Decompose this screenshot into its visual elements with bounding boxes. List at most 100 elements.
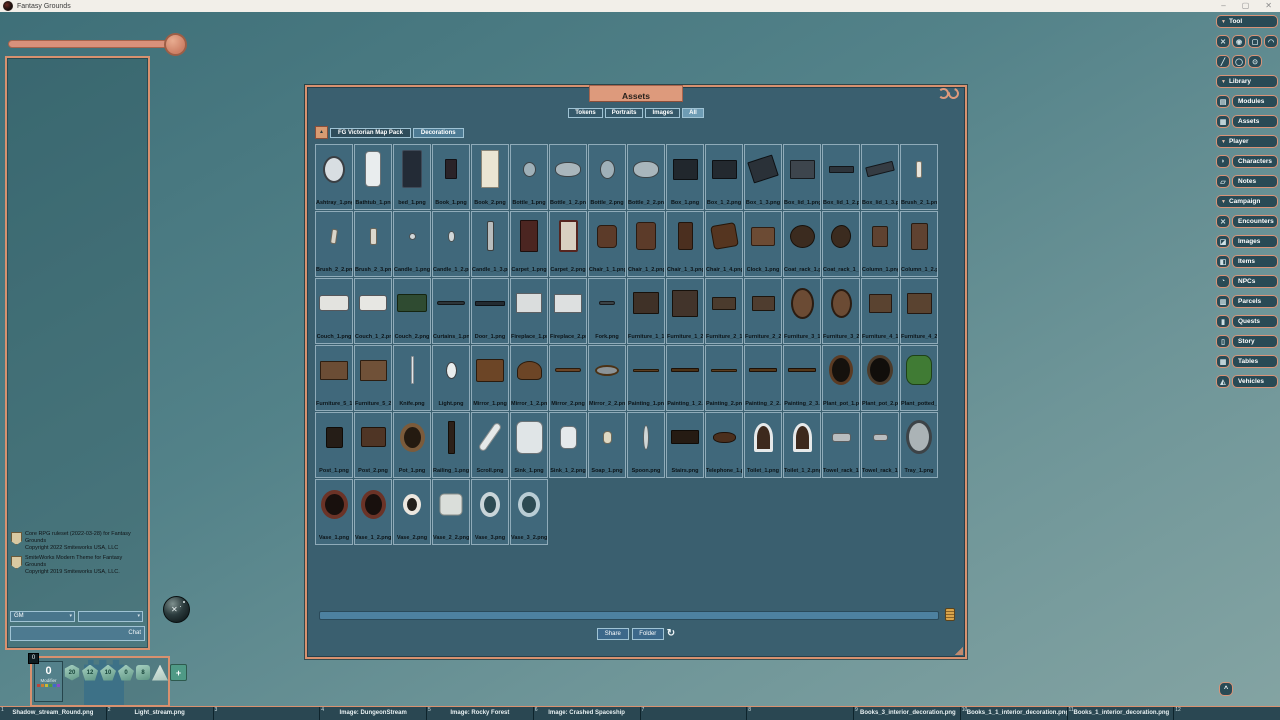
- taskbar-slot[interactable]: 9Books_3_interior_decoration.png: [853, 707, 960, 720]
- vehicles-icon[interactable]: ◭: [1216, 375, 1230, 388]
- taskbar-slot[interactable]: 3: [213, 707, 320, 720]
- asset-tile[interactable]: Furniture_1_2.: [666, 278, 704, 344]
- chat-mode-select[interactable]: [78, 611, 143, 622]
- asset-tile[interactable]: Spoon.png: [627, 412, 665, 478]
- pointer-orb-icon[interactable]: ✕: [163, 596, 190, 623]
- taskbar-slot[interactable]: 6Image: Crashed Spaceship: [533, 707, 640, 720]
- asset-tile[interactable]: Knife.png: [393, 345, 431, 411]
- tab-all[interactable]: All: [682, 108, 704, 118]
- assets-window-title[interactable]: Assets: [589, 85, 683, 102]
- asset-tile[interactable]: Towel_rack_1_: [861, 412, 899, 478]
- asset-tile[interactable]: Painting_1_2.: [666, 345, 704, 411]
- asset-tile[interactable]: Brush_2_3.png: [354, 211, 392, 277]
- taskbar-slot[interactable]: 10Books_1_1_interior_decoration.png: [960, 707, 1067, 720]
- die-color-dot[interactable]: [49, 684, 52, 687]
- asset-tile[interactable]: Bottle_2.png: [588, 144, 626, 210]
- asset-tile[interactable]: Candle_1.png: [393, 211, 431, 277]
- asset-tile[interactable]: Brush_2_1.png: [900, 144, 938, 210]
- asset-tile[interactable]: Toilet_1.png: [744, 412, 782, 478]
- d12-die[interactable]: 12: [82, 665, 98, 681]
- sidebar-item-images[interactable]: Images: [1232, 235, 1278, 248]
- asset-tile[interactable]: Vase_2_2.png: [432, 479, 470, 545]
- top-slider-track[interactable]: [8, 40, 170, 48]
- asset-tile[interactable]: Clock_1.png: [744, 211, 782, 277]
- sidebar-item-characters[interactable]: Characters: [1232, 155, 1278, 168]
- asset-tile[interactable]: Bathtub_1.pn: [354, 144, 392, 210]
- d4-die[interactable]: [152, 665, 168, 681]
- asset-tile[interactable]: Painting_2_2.: [744, 345, 782, 411]
- asset-tile[interactable]: Carpet_2.png: [549, 211, 587, 277]
- asset-tile[interactable]: Vase_2.png: [393, 479, 431, 545]
- die-color-dot[interactable]: [37, 684, 40, 687]
- sidebar-item-quests[interactable]: Quests: [1232, 315, 1278, 328]
- asset-tile[interactable]: Book_1.png: [432, 144, 470, 210]
- pointer-circle-icon[interactable]: ◯: [1232, 55, 1246, 68]
- asset-tile[interactable]: Bottle_2_2.pn: [627, 144, 665, 210]
- sidebar-expand-button[interactable]: ^: [1219, 682, 1233, 696]
- asset-tile[interactable]: Candle_1_2.pn: [432, 211, 470, 277]
- sidebar-header-library[interactable]: ▼Library: [1216, 75, 1278, 88]
- asset-tile[interactable]: Bottle_1.png: [510, 144, 548, 210]
- sidebar-item-assets[interactable]: Assets: [1232, 115, 1278, 128]
- minimize-button[interactable]: –: [1221, 0, 1225, 12]
- asset-tile[interactable]: Stairs.png: [666, 412, 704, 478]
- asset-tile[interactable]: Tray_1.png: [900, 412, 938, 478]
- asset-tile[interactable]: Furniture_3_1.: [783, 278, 821, 344]
- horizontal-scrollbar[interactable]: [319, 611, 939, 620]
- die-color-dot[interactable]: [45, 684, 48, 687]
- breadcrumb-group-button[interactable]: Decorations: [413, 128, 464, 138]
- collapse-group-button[interactable]: ▲: [315, 126, 328, 139]
- asset-tile[interactable]: Chair_1_4.png: [705, 211, 743, 277]
- story-icon[interactable]: ▯: [1216, 335, 1230, 348]
- asset-tile[interactable]: Chair_1_1.png: [588, 211, 626, 277]
- taskbar-slot[interactable]: 2Light_stream.png: [106, 707, 213, 720]
- top-slider-knob[interactable]: [164, 33, 187, 56]
- sidebar-header-campaign[interactable]: ▼Campaign: [1216, 195, 1278, 208]
- pointer-line-icon[interactable]: ╱: [1216, 55, 1230, 68]
- asset-tile[interactable]: Sink_1_2.png: [549, 412, 587, 478]
- asset-tile[interactable]: Scroll.png: [471, 412, 509, 478]
- quests-icon[interactable]: ▮: [1216, 315, 1230, 328]
- asset-tile[interactable]: Mirror_1_2.pn: [510, 345, 548, 411]
- notes-icon[interactable]: ▱: [1216, 175, 1230, 188]
- sidebar-item-notes[interactable]: Notes: [1232, 175, 1278, 188]
- sidebar-item-encounters[interactable]: Encounters: [1232, 215, 1278, 228]
- asset-tile[interactable]: Plant_pot_2.p: [861, 345, 899, 411]
- taskbar-slot[interactable]: 11Books_1_interior_decoration.png: [1067, 707, 1174, 720]
- breadcrumb-module-button[interactable]: FG Victorian Map Pack: [330, 128, 411, 138]
- asset-tile[interactable]: Furniture_2_1.: [705, 278, 743, 344]
- asset-tile[interactable]: bed_1.png: [393, 144, 431, 210]
- asset-tile[interactable]: Pot_1.png: [393, 412, 431, 478]
- asset-tile[interactable]: Couch_1.png: [315, 278, 353, 344]
- asset-tile[interactable]: Painting_2.pn: [705, 345, 743, 411]
- assets-icon[interactable]: ▦: [1216, 115, 1230, 128]
- folder-button[interactable]: Folder: [632, 628, 664, 640]
- asset-tile[interactable]: Door_1.png: [471, 278, 509, 344]
- characters-icon[interactable]: ◗: [1216, 155, 1230, 168]
- asset-tile[interactable]: Carpet_1.png: [510, 211, 548, 277]
- asset-tile[interactable]: Furniture_1_1.: [627, 278, 665, 344]
- asset-tile[interactable]: Painting_2_3.: [783, 345, 821, 411]
- asset-tile[interactable]: Fork.png: [588, 278, 626, 344]
- taskbar-slot[interactable]: 12: [1173, 707, 1280, 720]
- modules-icon[interactable]: ▤: [1216, 95, 1230, 108]
- asset-tile[interactable]: Couch_1_2.pn: [354, 278, 392, 344]
- scrollbar-options-icon[interactable]: [945, 608, 955, 621]
- encounters-icon[interactable]: ✕: [1216, 215, 1230, 228]
- tab-portraits[interactable]: Portraits: [605, 108, 644, 118]
- d8-die[interactable]: 8: [136, 665, 150, 680]
- parcels-icon[interactable]: ▥: [1216, 295, 1230, 308]
- asset-tile[interactable]: Plant_pot_1.p: [822, 345, 860, 411]
- sidebar-header-tool[interactable]: ▼Tool: [1216, 15, 1278, 28]
- asset-tile[interactable]: Sink_1.png: [510, 412, 548, 478]
- sidebar-item-parcels[interactable]: Parcels: [1232, 295, 1278, 308]
- asset-tile[interactable]: Post_1.png: [315, 412, 353, 478]
- asset-tile[interactable]: Brush_2_2.png: [315, 211, 353, 277]
- pointer-delete-icon[interactable]: ✕: [1216, 35, 1230, 48]
- close-button[interactable]: ✕: [1265, 0, 1272, 12]
- asset-tile[interactable]: Coat_rack_1_2: [822, 211, 860, 277]
- asset-tile[interactable]: Vase_3_2.png: [510, 479, 548, 545]
- asset-tile[interactable]: Furniture_3_2.: [822, 278, 860, 344]
- add-die-button[interactable]: +: [170, 664, 187, 681]
- taskbar-slot[interactable]: 5Image: Rocky Forest: [426, 707, 533, 720]
